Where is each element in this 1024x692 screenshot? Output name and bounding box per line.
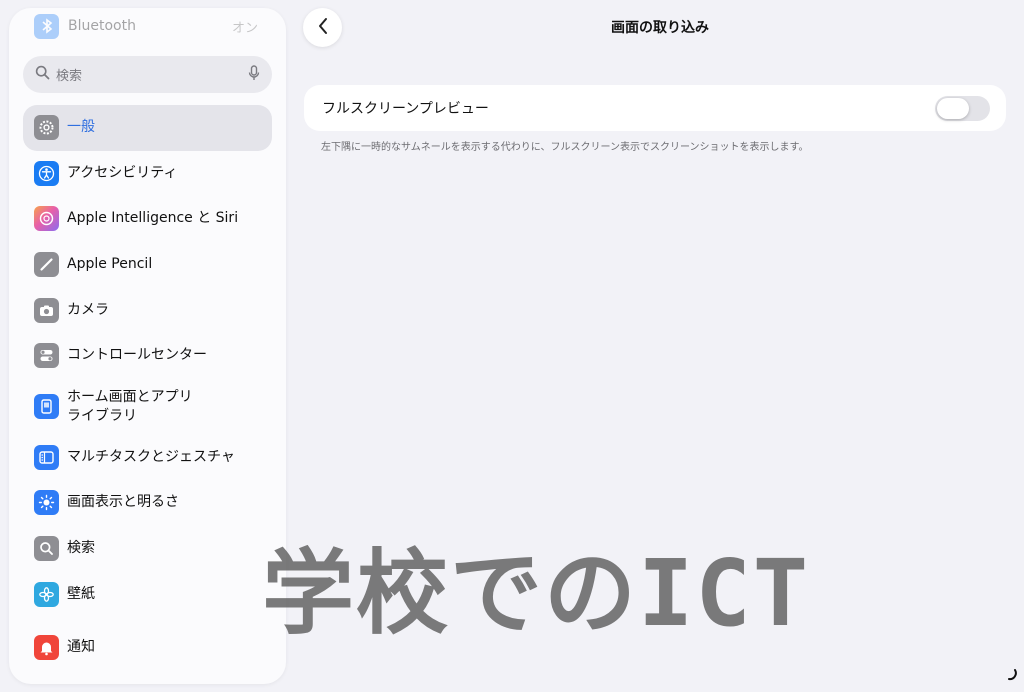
bluetooth-icon <box>34 13 59 39</box>
control-center-icon <box>34 343 59 369</box>
sidebar-item-accessibility[interactable]: アクセシビリティ <box>23 151 272 197</box>
accessibility-icon <box>34 160 59 186</box>
sidebar-item-general[interactable]: 一般 <box>23 105 272 151</box>
sidebar-item-label: コントロールセンター <box>67 347 207 364</box>
page-title: 画面の取り込み <box>611 20 709 36</box>
search-icon <box>35 65 50 84</box>
search-icon <box>34 536 59 562</box>
sidebar-item-wallpaper[interactable]: 壁紙 <box>23 571 272 617</box>
sidebar: Bluetooth オン 検索 一般 アクセシビリティ Apple Intell… <box>9 8 286 684</box>
wallpaper-icon <box>34 581 59 607</box>
sidebar-item-label: カメラ <box>67 301 109 318</box>
chevron-left-icon <box>317 17 329 39</box>
sidebar-item-multitasking-gestures[interactable]: マルチタスクとジェスチャ <box>23 435 272 481</box>
sidebar-item-label: 通知 <box>67 639 95 656</box>
bluetooth-value: オン <box>231 20 258 36</box>
fullscreen-preview-row: フルスクリーンプレビュー <box>304 85 1006 131</box>
brightness-icon <box>34 490 59 516</box>
fullscreen-preview-label: フルスクリーンプレビュー <box>322 101 489 117</box>
sidebar-item-label: 一般 <box>67 119 95 136</box>
sidebar-item-label: Apple Intelligence と Siri <box>67 210 239 227</box>
search-placeholder: 検索 <box>56 69 83 84</box>
fullscreen-preview-toggle[interactable] <box>935 95 990 121</box>
multitasking-icon <box>34 444 59 470</box>
sidebar-item-label: 検索 <box>67 540 95 557</box>
sidebar-item-home-screen-app-library[interactable]: ホーム画面とアプリ ライブラリ <box>23 379 272 435</box>
camera-icon <box>34 297 59 323</box>
sidebar-item-label: Apple Pencil <box>67 256 153 273</box>
sidebar-item-control-center[interactable]: コントロールセンター <box>23 333 272 379</box>
home-screen-icon <box>34 394 59 420</box>
sidebar-item-bluetooth[interactable]: Bluetooth オン <box>9 8 286 44</box>
toggle-knob <box>937 97 969 119</box>
sidebar-item-label: 画面表示と明るさ <box>67 494 179 511</box>
corner-arc-icon <box>1008 669 1017 681</box>
search-input[interactable]: 検索 <box>23 56 272 93</box>
sidebar-item-notifications[interactable]: 通知 <box>23 625 272 671</box>
sidebar-item-apple-pencil[interactable]: Apple Pencil <box>23 242 272 288</box>
sidebar-item-label: ホーム画面とアプリ ライブラリ <box>67 388 193 424</box>
sidebar-item-label: マルチタスクとジェスチャ <box>67 448 235 465</box>
sidebar-menu: 一般 アクセシビリティ Apple Intelligence と Siri Ap… <box>23 105 272 671</box>
sidebar-item-label: アクセシビリティ <box>67 164 178 181</box>
bluetooth-label: Bluetooth <box>68 18 136 34</box>
settings-screen: Bluetooth オン 検索 一般 アクセシビリティ Apple Intell… <box>0 0 1024 692</box>
apple-intelligence-icon <box>34 206 59 232</box>
watermark: 学校でのICT <box>262 540 811 647</box>
sidebar-item-search[interactable]: 検索 <box>23 526 272 572</box>
microphone-icon[interactable] <box>248 64 260 85</box>
notification-icon <box>34 635 59 661</box>
pencil-icon <box>34 252 59 278</box>
sidebar-item-apple-intelligence-siri[interactable]: Apple Intelligence と Siri <box>23 196 272 242</box>
setting-description: 左下隅に一時的なサムネールを表示する代わりに、フルスクリーン表示でスクリーンショ… <box>321 142 809 153</box>
sidebar-item-display-brightness[interactable]: 画面表示と明るさ <box>23 480 272 526</box>
gear-icon <box>34 115 59 141</box>
back-button[interactable] <box>303 8 342 47</box>
sidebar-item-camera[interactable]: カメラ <box>23 287 272 333</box>
sidebar-item-label: 壁紙 <box>67 585 95 602</box>
